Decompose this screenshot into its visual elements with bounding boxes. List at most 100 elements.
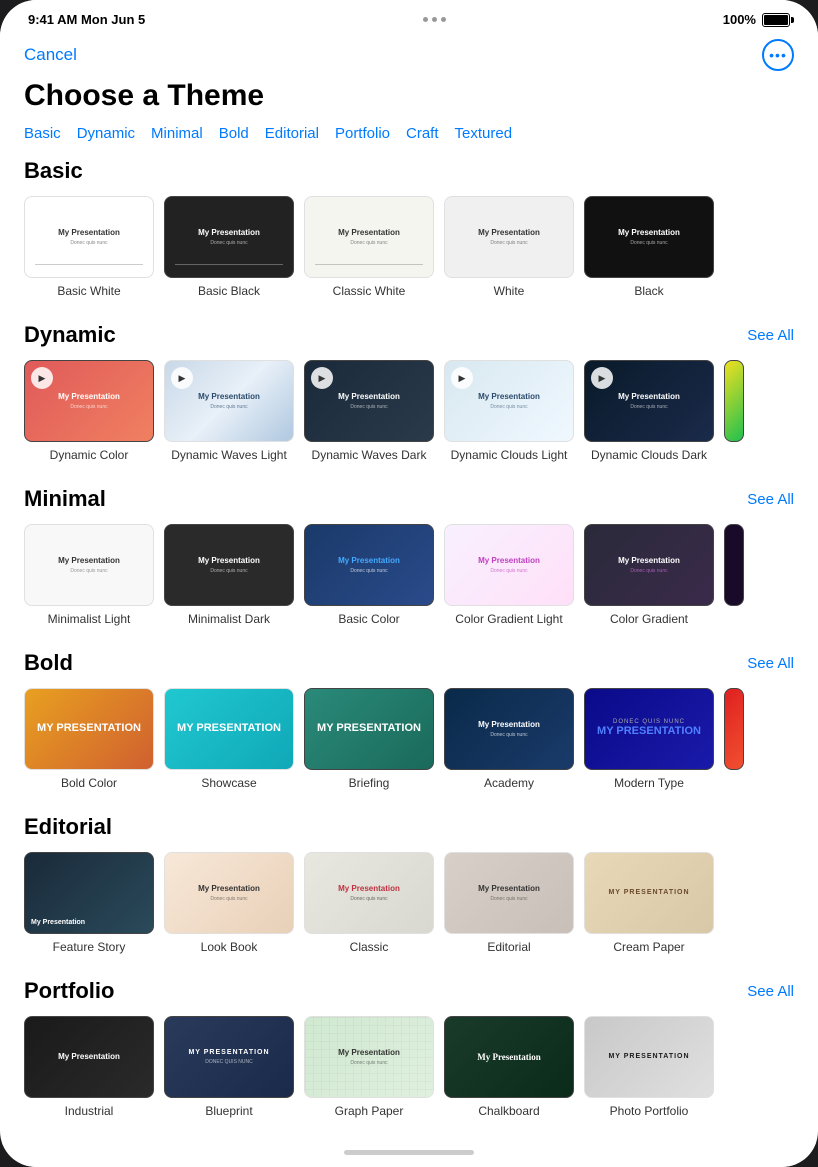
theme-briefing[interactable]: MY PRESENTATION Briefing: [304, 688, 434, 790]
theme-cream-paper[interactable]: MY PRESENTATION Cream Paper: [584, 852, 714, 954]
thumb-classic-white: My Presentation Donec quis nunc: [304, 196, 434, 278]
thumb-title: My Presentation: [338, 884, 400, 894]
thumb-subtitle: Donec quis nunc: [350, 404, 387, 410]
theme-name-classic: Classic: [350, 940, 389, 954]
thumb-subtitle: Donec quis nunc: [210, 896, 247, 902]
section-dynamic: Dynamic See All ▶ My Presentation Donec …: [24, 322, 794, 462]
theme-name-color-gradient: Color Gradient: [610, 612, 688, 626]
tab-minimal[interactable]: Minimal: [151, 125, 203, 142]
theme-name-basic-color: Basic Color: [338, 612, 399, 626]
theme-classic[interactable]: My Presentation Donec quis nunc Classic: [304, 852, 434, 954]
thumb-subtitle: Donec quis nunc: [490, 240, 527, 246]
thumb-title: My Presentation: [198, 392, 260, 402]
section-editorial-title: Editorial: [24, 814, 112, 840]
thumb-subtitle: Donec quis nunc: [70, 240, 107, 246]
cancel-button[interactable]: Cancel: [24, 45, 77, 65]
tab-dynamic[interactable]: Dynamic: [77, 125, 135, 142]
theme-name-cream-paper: Cream Paper: [613, 940, 684, 954]
thumb-title: My Presentation: [58, 392, 120, 402]
portfolio-see-all[interactable]: See All: [747, 983, 794, 1000]
theme-color-gradient[interactable]: My Presentation Donec quis nunc Color Gr…: [584, 524, 714, 626]
thumb-color-gradient-light: My Presentation Donec quis nunc: [444, 524, 574, 606]
theme-basic-color[interactable]: My Presentation Donec quis nunc Basic Co…: [304, 524, 434, 626]
theme-dynamic-waves-dark[interactable]: ▶ My Presentation Donec quis nunc Dynami…: [304, 360, 434, 462]
theme-minimal-extra[interactable]: [724, 524, 744, 626]
theme-classic-white[interactable]: My Presentation Donec quis nunc Classic …: [304, 196, 434, 298]
theme-white[interactable]: My Presentation Donec quis nunc White: [444, 196, 574, 298]
play-icon: ▶: [31, 367, 53, 389]
thumb-subtitle: Donec quis nunc: [630, 404, 667, 410]
theme-dynamic-clouds-dark[interactable]: ▶ My Presentation Donec quis nunc Dynami…: [584, 360, 714, 462]
theme-photo-portfolio[interactable]: MY PRESENTATION Photo Portfolio: [584, 1016, 714, 1118]
theme-blueprint[interactable]: MY PRESENTATION DONEC QUIS NUNC Blueprin…: [164, 1016, 294, 1118]
theme-bold-extra[interactable]: [724, 688, 744, 790]
section-bold-title: Bold: [24, 650, 73, 676]
status-bar: 9:41 AM Mon Jun 5 100%: [0, 0, 818, 31]
theme-graph-paper[interactable]: My Presentation Donec quis nunc Graph Pa…: [304, 1016, 434, 1118]
tab-portfolio[interactable]: Portfolio: [335, 125, 390, 142]
dynamic-see-all[interactable]: See All: [747, 327, 794, 344]
thumb-title: MY PRESENTATION: [317, 722, 421, 735]
theme-dynamic-clouds-light[interactable]: ▶ My Presentation Donec quis nunc Dynami…: [444, 360, 574, 462]
theme-name-industrial: Industrial: [65, 1104, 114, 1118]
theme-dynamic-waves-light[interactable]: ▶ My Presentation Donec quis nunc Dynami…: [164, 360, 294, 462]
bold-see-all[interactable]: See All: [747, 655, 794, 672]
tab-bold[interactable]: Bold: [219, 125, 249, 142]
tab-basic[interactable]: Basic: [24, 125, 61, 142]
status-right: 100%: [723, 12, 790, 27]
section-portfolio-header: Portfolio See All: [24, 978, 794, 1004]
theme-name-basic-black: Basic Black: [198, 284, 260, 298]
thumb-subtitle: Donec quis nunc: [350, 568, 387, 574]
theme-chalkboard[interactable]: My Presentation Chalkboard: [444, 1016, 574, 1118]
theme-bold-color[interactable]: MY PRESENTATION Bold Color: [24, 688, 154, 790]
thumb-dynamic-waves-dark: ▶ My Presentation Donec quis nunc: [304, 360, 434, 442]
theme-basic-white[interactable]: My Presentation Donec quis nunc Basic Wh…: [24, 196, 154, 298]
theme-modern-type[interactable]: DONEC QUIS NUNC MY PRESENTATION Modern T…: [584, 688, 714, 790]
status-dots: [423, 17, 446, 22]
section-editorial-header: Editorial: [24, 814, 794, 840]
thumb-dynamic-clouds-dark: ▶ My Presentation Donec quis nunc: [584, 360, 714, 442]
dot-2: [432, 17, 437, 22]
thumb-editorial: My Presentation Donec quis nunc: [444, 852, 574, 934]
home-bar: [344, 1150, 474, 1155]
theme-name-briefing: Briefing: [349, 776, 390, 790]
tab-editorial[interactable]: Editorial: [265, 125, 319, 142]
thumb-title: My Presentation: [338, 228, 400, 238]
theme-name-graph-paper: Graph Paper: [335, 1104, 404, 1118]
thumb-title: My Presentation: [478, 392, 540, 402]
theme-showcase[interactable]: MY PRESENTATION Showcase: [164, 688, 294, 790]
theme-feature-story[interactable]: My Presentation Feature Story: [24, 852, 154, 954]
minimal-see-all[interactable]: See All: [747, 491, 794, 508]
basic-theme-grid: My Presentation Donec quis nunc Basic Wh…: [24, 196, 794, 298]
thumb-title: My Presentation: [58, 556, 120, 566]
theme-dynamic-color[interactable]: ▶ My Presentation Donec quis nunc Dynami…: [24, 360, 154, 462]
thumb-academy: My Presentation Donec quis nunc: [444, 688, 574, 770]
theme-basic-black[interactable]: My Presentation Donec quis nunc Basic Bl…: [164, 196, 294, 298]
tab-craft[interactable]: Craft: [406, 125, 439, 142]
thumb-subtitle: Donec quis nunc: [490, 568, 527, 574]
tab-textured[interactable]: Textured: [455, 125, 513, 142]
theme-name-basic-white: Basic White: [57, 284, 120, 298]
dynamic-theme-grid: ▶ My Presentation Donec quis nunc Dynami…: [24, 360, 794, 462]
theme-name-color-gradient-light: Color Gradient Light: [455, 612, 562, 626]
theme-name-editorial: Editorial: [487, 940, 530, 954]
theme-academy[interactable]: My Presentation Donec quis nunc Academy: [444, 688, 574, 790]
thumb-title: MY PRESENTATION: [177, 722, 281, 735]
thumb-color-gradient: My Presentation Donec quis nunc: [584, 524, 714, 606]
theme-industrial[interactable]: My Presentation Industrial: [24, 1016, 154, 1118]
theme-editorial[interactable]: My Presentation Donec quis nunc Editoria…: [444, 852, 574, 954]
thumb-title: MY PRESENTATION: [608, 1053, 689, 1061]
theme-minimalist-light[interactable]: My Presentation Donec quis nunc Minimali…: [24, 524, 154, 626]
theme-minimalist-dark[interactable]: My Presentation Donec quis nunc Minimali…: [164, 524, 294, 626]
theme-look-book[interactable]: My Presentation Donec quis nunc Look Boo…: [164, 852, 294, 954]
theme-name-dynamic-clouds-dark: Dynamic Clouds Dark: [591, 448, 707, 462]
more-button[interactable]: •••: [762, 39, 794, 71]
minimal-theme-grid: My Presentation Donec quis nunc Minimali…: [24, 524, 794, 626]
thumb-title: MY PRESENTATION: [188, 1049, 269, 1057]
thumb-title: MY PRESENTATION: [597, 725, 701, 738]
theme-black[interactable]: My Presentation Donec quis nunc Black: [584, 196, 714, 298]
thumb-subtitle: Donec quis nunc: [70, 568, 107, 574]
theme-color-gradient-light[interactable]: My Presentation Donec quis nunc Color Gr…: [444, 524, 574, 626]
theme-dynamic-extra[interactable]: [724, 360, 744, 462]
battery-percent: 100%: [723, 12, 756, 27]
